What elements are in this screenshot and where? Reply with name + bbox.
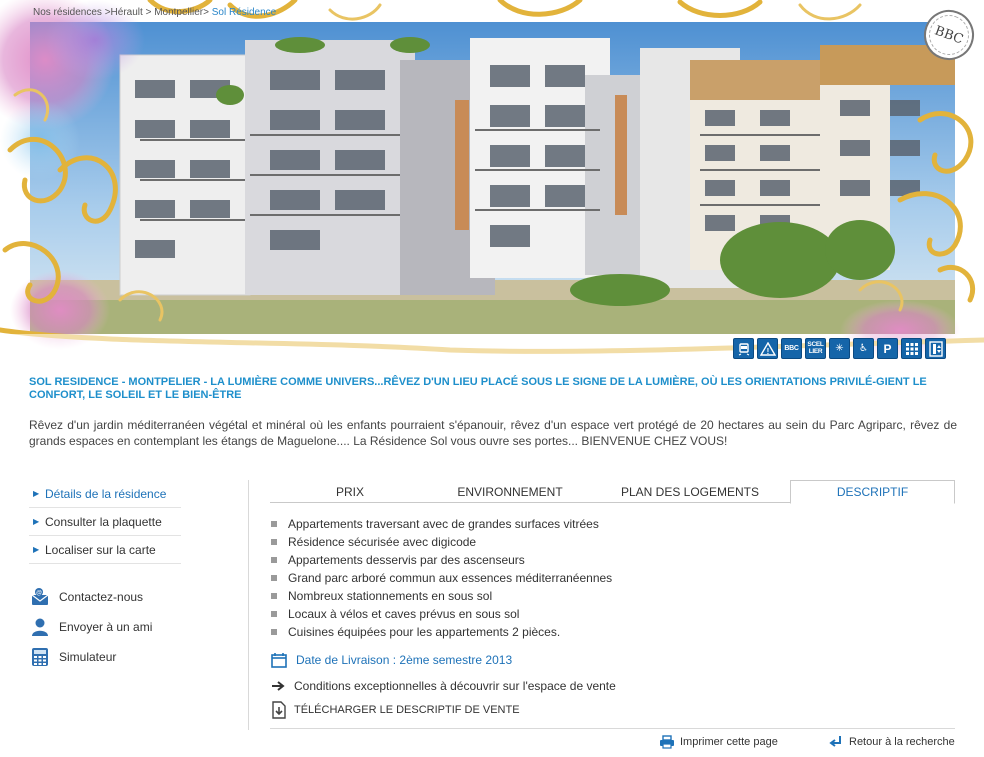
nav-item-label: Détails de la résidence [45, 486, 167, 501]
nav-item-details[interactable]: ▶ Détails de la résidence [29, 480, 181, 508]
simulator-label: Simulateur [59, 650, 117, 664]
list-item: Appartements desservis par des ascenseur… [271, 551, 612, 569]
residence-nav: ▶ Détails de la résidence ▶ Consulter la… [29, 480, 181, 564]
descriptif-list: Appartements traversant avec de grandes … [271, 515, 612, 641]
bullet-icon [271, 521, 277, 527]
list-item: Nombreux stationnements en sous sol [271, 587, 612, 605]
tab-descriptif[interactable]: DESCRIPTIF [790, 480, 955, 504]
list-item-text: Cuisines équipées pour les appartements … [288, 625, 561, 639]
list-item-text: Appartements traversant avec de grandes … [288, 517, 599, 531]
special-conditions: Conditions exceptionnelles à découvrir s… [271, 679, 616, 693]
delivery-date: Date de Livraison : 2ème semestre 2013 [271, 652, 512, 668]
breadcrumb: Nos résidences >Hérault > Montpellier> S… [33, 7, 276, 18]
bbc-icon[interactable]: BBC [781, 338, 802, 359]
contact-us-label: Contactez-nous [59, 590, 144, 604]
bullet-icon [271, 611, 277, 617]
sun-icon[interactable]: ✳ [829, 338, 850, 359]
digicode-icon[interactable] [901, 338, 922, 359]
simulator-link[interactable]: Simulateur [29, 642, 152, 672]
hero-illustration [0, 0, 984, 372]
print-page-label: Imprimer cette page [680, 736, 778, 748]
warning-icon-glyph: ! [766, 347, 769, 356]
hero-banner: BBC ! BBC SCEL LIER ✳ ♿ P [0, 0, 984, 372]
tab-plan-des-logements[interactable]: PLAN DES LOGEMENTS [590, 480, 790, 503]
breadcrumb-separator: > [203, 7, 209, 18]
warning-icon[interactable]: ! [757, 338, 778, 359]
contact-us-link[interactable]: @ Contactez-nous [29, 582, 152, 612]
send-to-friend-label: Envoyer à un ami [59, 620, 153, 634]
download-descriptif-link[interactable]: TÉLÉCHARGER LE DESCRIPTIF DE VENTE [271, 701, 520, 719]
arrow-right-icon [272, 681, 285, 691]
column-divider [248, 480, 249, 730]
breadcrumb-item-herault[interactable]: Hérault [111, 7, 143, 18]
person-icon [29, 616, 51, 638]
list-item-text: Appartements desservis par des ascenseur… [288, 553, 525, 567]
back-to-search-link[interactable]: Retour à la recherche [828, 735, 955, 749]
parking-icon[interactable]: P [877, 338, 898, 359]
list-item-text: Grand parc arboré commun aux essences mé… [288, 571, 613, 585]
bullet-icon [271, 557, 277, 563]
send-to-friend-link[interactable]: Envoyer à un ami [29, 612, 152, 642]
feature-icons: ! BBC SCEL LIER ✳ ♿ P [733, 338, 946, 359]
list-item: Cuisines équipées pour les appartements … [271, 623, 612, 641]
download-icon [272, 701, 286, 719]
scellier-icon[interactable]: SCEL LIER [805, 338, 826, 359]
list-item: Appartements traversant avec de grandes … [271, 515, 612, 533]
list-item: Résidence sécurisée avec digicode [271, 533, 612, 551]
breadcrumb-item-residences[interactable]: Nos résidences [33, 7, 102, 18]
list-item: Locaux à vélos et caves prévus en sous s… [271, 605, 612, 623]
arrow-right-icon: ▶ [33, 545, 40, 554]
breadcrumb-separator: > [101, 7, 111, 18]
nav-item-brochure[interactable]: ▶ Consulter la plaquette [29, 508, 181, 536]
accessibility-icon[interactable]: ♿ [853, 338, 874, 359]
list-item-text: Nombreux stationnements en sous sol [288, 589, 493, 603]
arrow-right-icon: ▶ [33, 489, 40, 498]
intro-text: Rêvez d'un jardin méditerranéen végétal … [29, 418, 957, 448]
bullet-icon [271, 629, 277, 635]
tab-prix[interactable]: PRIX [270, 480, 430, 503]
bullet-icon [271, 539, 277, 545]
page-title: SOL RESIDENCE - MONTPELIER - LA LUMIÈRE … [29, 376, 927, 401]
contact-icon: @ [29, 586, 51, 608]
elevator-icon[interactable] [925, 338, 946, 359]
svg-text:@: @ [36, 591, 42, 597]
list-item: Grand parc arboré commun aux essences mé… [271, 569, 612, 587]
calculator-icon [29, 646, 51, 668]
print-page-link[interactable]: Imprimer cette page [659, 735, 778, 749]
divider [270, 728, 955, 729]
details-tabs: PRIX ENVIRONNEMENT PLAN DES LOGEMENTS DE… [270, 480, 955, 504]
delivery-date-text: Date de Livraison : 2ème semestre 2013 [296, 653, 513, 667]
tab-environnement[interactable]: ENVIRONNEMENT [430, 480, 590, 503]
bullet-icon [271, 593, 277, 599]
contact-actions: @ Contactez-nous Envoyer à un ami Simula… [29, 582, 152, 672]
arrow-right-icon: ▶ [33, 517, 40, 526]
nav-item-label: Localiser sur la carte [45, 542, 156, 557]
breadcrumb-separator: > [142, 7, 152, 18]
return-arrow-icon [829, 736, 841, 747]
nav-item-map[interactable]: ▶ Localiser sur la carte [29, 536, 181, 564]
list-item-text: Résidence sécurisée avec digicode [288, 535, 477, 549]
download-label: TÉLÉCHARGER LE DESCRIPTIF DE VENTE [294, 704, 520, 716]
breadcrumb-item-montpellier[interactable]: Montpellier [154, 7, 203, 18]
list-item-text: Locaux à vélos et caves prévus en sous s… [288, 607, 520, 621]
nav-item-label: Consulter la plaquette [45, 514, 162, 529]
calendar-icon [271, 653, 287, 668]
printer-icon [660, 735, 674, 749]
back-to-search-label: Retour à la recherche [849, 736, 955, 748]
special-conditions-text: Conditions exceptionnelles à découvrir s… [294, 679, 616, 693]
tram-icon[interactable] [733, 338, 754, 359]
bullet-icon [271, 575, 277, 581]
breadcrumb-item-current: Sol Résidence [211, 7, 277, 18]
